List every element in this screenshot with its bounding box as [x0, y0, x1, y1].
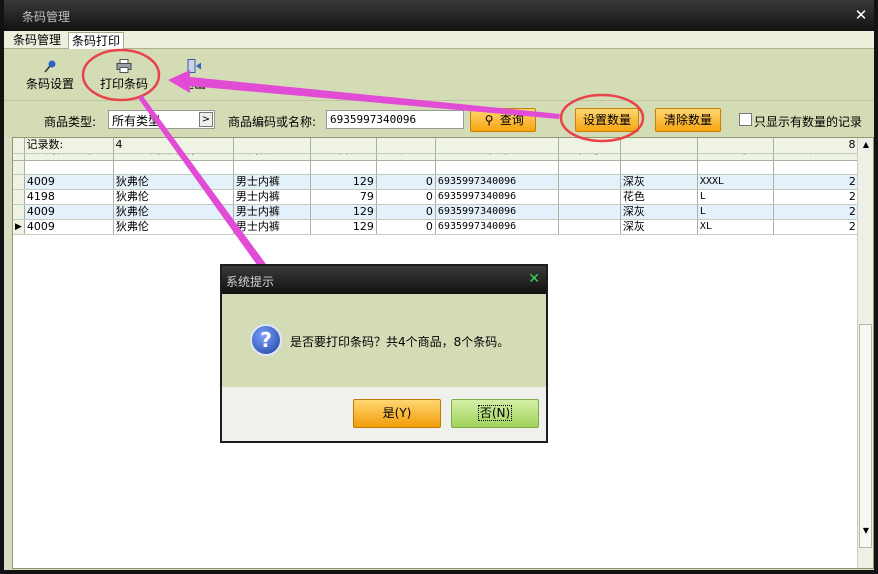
cell-barcode[interactable]: 6935997340096 [435, 219, 559, 235]
dialog-buttons: 是(Y) 否(N) [222, 387, 546, 441]
dialog-close-icon[interactable]: ✕ [528, 271, 540, 287]
cell-print-qty[interactable]: 2 [773, 189, 859, 205]
cell-retail-price[interactable]: 129 [310, 219, 377, 235]
set-quantity-button[interactable]: 设置数量 [575, 108, 639, 132]
cell-print-qty[interactable]: 2 [773, 219, 859, 235]
record-count: 4 [113, 138, 234, 154]
cell-size[interactable]: XL [697, 219, 774, 235]
cell-barcode[interactable]: 6935997340096 [435, 204, 559, 220]
search-icon: ⚲ [484, 113, 494, 127]
cell-barcode[interactable]: 6935997340096 [435, 189, 559, 205]
code-input[interactable]: 6935997340096 [326, 110, 464, 129]
filter-bar: 商品类型: 所有类型 > 商品编码或名称: 6935997340096 ⚲ 查询… [4, 100, 874, 137]
cell-color[interactable]: 深灰 [620, 204, 698, 220]
table-row[interactable]: ▶ 4009 狄弗伦 男士内裤 129 0 6935997340096 深灰 X… [13, 219, 859, 235]
no-button[interactable]: 否(N) [451, 399, 539, 428]
row-indicator [13, 174, 25, 190]
exit-label: 退出 [181, 77, 206, 91]
record-count-label: 记录数: [24, 138, 114, 154]
cell-barcode[interactable]: 6935997340096 [435, 174, 559, 190]
vertical-scrollbar[interactable]: ▲ ▼ [857, 138, 873, 568]
query-label: 查询 [499, 113, 524, 127]
only-with-quantity-label: 只显示有数量的记录 [754, 115, 863, 129]
close-icon[interactable]: ✕ [852, 6, 870, 24]
row-indicator [13, 189, 25, 205]
table-row[interactable]: 4198 狄弗伦 男士内裤 79 0 6935997340096 花色 L 2 [13, 189, 859, 205]
scroll-down-icon[interactable]: ▼ [860, 526, 872, 538]
cell-type[interactable]: 男士内裤 [233, 174, 311, 190]
scroll-thumb[interactable] [859, 324, 872, 548]
cell-style-no[interactable] [558, 219, 621, 235]
printer-icon [116, 59, 132, 73]
print-barcode-button[interactable]: 打印条码 [94, 53, 154, 97]
cell-color[interactable]: 深灰 [620, 174, 698, 190]
chevron-right-icon[interactable]: > [199, 112, 213, 127]
cell-type[interactable]: 男士内裤 [233, 189, 311, 205]
cell-name[interactable]: 狄弗伦 [113, 174, 234, 190]
cell-color[interactable]: 深灰 [620, 219, 698, 235]
table-row[interactable]: 4009 狄弗伦 男士内裤 129 0 6935997340096 深灰 L 2 [13, 204, 859, 220]
cell-print-qty[interactable]: 2 [773, 204, 859, 220]
tab-barcode-print[interactable]: 条码打印 [68, 32, 125, 49]
total-print-qty: 8 [773, 138, 859, 154]
scroll-up-icon[interactable]: ▲ [860, 140, 872, 152]
no-button-label: 否(N) [477, 405, 513, 421]
window-title: 条码管理 [22, 10, 71, 24]
only-with-quantity-checkbox[interactable] [739, 113, 752, 126]
tab-barcode-management[interactable]: 条码管理 [10, 32, 64, 49]
cell-type[interactable]: 男士内裤 [233, 219, 311, 235]
cell-code[interactable]: 4198 [24, 189, 114, 205]
barcode-settings-label: 条码设置 [25, 77, 74, 91]
cell-size[interactable]: L [697, 204, 774, 220]
clear-quantity-button[interactable]: 清除数量 [655, 108, 721, 132]
toolbar: 条码设置 打印条码 退出 [4, 49, 874, 100]
confirm-dialog: 系统提示 ✕ ? 是否要打印条码？共4个商品，8个条码。 是(Y) 否(N) [220, 264, 548, 443]
print-barcode-label: 打印条码 [99, 77, 148, 91]
cell-style-no[interactable] [558, 174, 621, 190]
footer-row: 记录数: 4 8 [13, 138, 859, 154]
cell-member-price[interactable]: 0 [376, 174, 436, 190]
cell-name[interactable]: 狄弗伦 [113, 219, 234, 235]
exit-button[interactable]: 退出 [164, 53, 224, 97]
cell-style-no[interactable] [558, 189, 621, 205]
row-indicator [13, 204, 25, 220]
dialog-message: 是否要打印条码？共4个商品，8个条码。 [290, 335, 510, 349]
grid-footer: 记录数: 4 8 [13, 138, 859, 154]
cell-print-qty[interactable]: 2 [773, 174, 859, 190]
cell-name[interactable]: 狄弗伦 [113, 204, 234, 220]
current-row-indicator: ▶ [13, 219, 25, 235]
title-bar: 条码管理 ✕ [4, 0, 874, 31]
table-row[interactable]: 4009 狄弗伦 男士内裤 129 0 6935997340096 深灰 XXX… [13, 174, 859, 190]
cell-member-price[interactable]: 0 [376, 204, 436, 220]
cell-color[interactable]: 花色 [620, 189, 698, 205]
cell-code[interactable]: 4009 [24, 219, 114, 235]
yes-button[interactable]: 是(Y) [353, 399, 441, 428]
query-button[interactable]: ⚲ 查询 [470, 108, 536, 132]
category-value: 所有类型 [112, 114, 161, 128]
cell-size[interactable]: L [697, 189, 774, 205]
cell-member-price[interactable]: 0 [376, 219, 436, 235]
cell-size[interactable]: XXXL [697, 174, 774, 190]
pin-icon [44, 60, 56, 73]
cell-style-no[interactable] [558, 204, 621, 220]
category-select[interactable]: 所有类型 > [108, 110, 215, 129]
cell-code[interactable]: 4009 [24, 174, 114, 190]
cell-code[interactable]: 4009 [24, 204, 114, 220]
code-label: 商品编码或名称: [228, 115, 317, 129]
question-icon: ? [250, 324, 282, 356]
cell-retail-price[interactable]: 129 [310, 174, 377, 190]
cell-type[interactable]: 男士内裤 [233, 204, 311, 220]
dialog-title: 系统提示 [226, 275, 275, 289]
exit-door-icon [187, 59, 201, 73]
cell-retail-price[interactable]: 79 [310, 189, 377, 205]
cell-member-price[interactable]: 0 [376, 189, 436, 205]
tab-strip: 条码管理 条码打印 [4, 31, 874, 49]
cell-retail-price[interactable]: 129 [310, 204, 377, 220]
filter-row[interactable] [13, 160, 859, 175]
barcode-settings-button[interactable]: 条码设置 [20, 53, 80, 97]
dialog-title-bar: 系统提示 ✕ [222, 266, 546, 294]
cell-name[interactable]: 狄弗伦 [113, 189, 234, 205]
category-label: 商品类型: [44, 115, 97, 129]
dialog-body: ? 是否要打印条码？共4个商品，8个条码。 [222, 294, 546, 387]
